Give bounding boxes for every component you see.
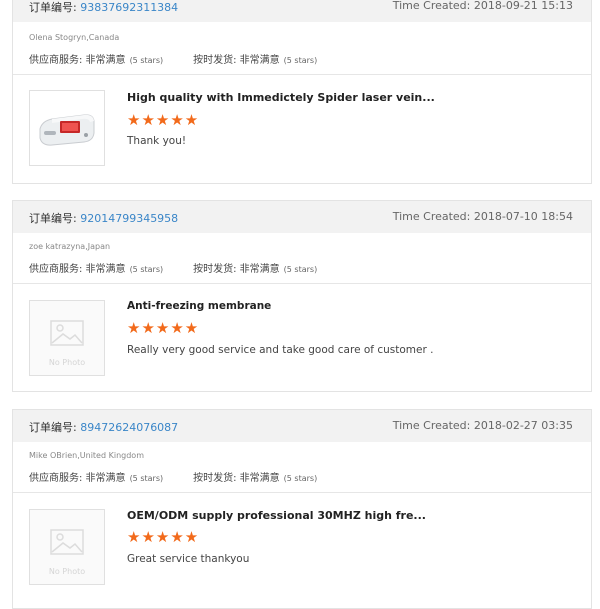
order-number: 订单编号: 93837692311384	[29, 1, 179, 14]
time-created: Time Created: 2018-07-10 18:54	[392, 210, 573, 223]
star-rating: ★★★★★	[127, 319, 200, 337]
review-card: 订单编号: 92014799345958 Time Created: 2018-…	[12, 200, 592, 392]
reviewer-name: zoe katrazyna,Japan	[29, 242, 111, 251]
review-card: 订单编号: 89472624076087 Time Created: 2018-…	[12, 409, 592, 609]
product-thumbnail[interactable]: No Photo	[29, 300, 105, 376]
time-created: Time Created: 2018-09-21 15:13	[392, 0, 573, 12]
order-number-link[interactable]: 93837692311384	[80, 1, 178, 14]
no-photo-label: No Photo	[48, 358, 86, 367]
review-header: 订单编号: 92014799345958 Time Created: 2018-…	[13, 201, 591, 233]
review-comment: Really very good service and take good c…	[127, 344, 434, 356]
star-rating: ★★★★★	[127, 111, 200, 129]
review-comment: Thank you!	[127, 135, 187, 147]
time-created: Time Created: 2018-02-27 03:35	[392, 419, 573, 432]
order-number-link[interactable]: 92014799345958	[80, 212, 178, 225]
order-number-link[interactable]: 89472624076087	[80, 421, 178, 434]
divider	[13, 74, 591, 75]
laser-device-image	[39, 114, 95, 146]
reviewer-name: Mike OBrien,United Kingdom	[29, 451, 144, 460]
no-photo-icon	[50, 529, 84, 555]
product-title[interactable]: High quality with Immedictely Spider las…	[127, 91, 435, 104]
review-card: 订单编号: 93837692311384 Time Created: 2018-…	[12, 0, 592, 184]
product-title[interactable]: OEM/ODM supply professional 30MHZ high f…	[127, 509, 426, 522]
product-thumbnail[interactable]: No Photo	[29, 509, 105, 585]
order-number: 订单编号: 92014799345958	[29, 212, 179, 225]
review-header: 订单编号: 89472624076087 Time Created: 2018-…	[13, 410, 591, 442]
reviewer-name: Olena Stogryn,Canada	[29, 33, 120, 42]
star-rating: ★★★★★	[127, 528, 200, 546]
divider	[13, 492, 591, 493]
rating-summary: 供应商服务: 非常满意 (5 stars) 按时发货: 非常满意 (5 stars)	[29, 473, 318, 484]
divider	[13, 283, 591, 284]
order-number: 订单编号: 89472624076087	[29, 421, 179, 434]
review-comment: Great service thankyou	[127, 553, 250, 565]
review-header: 订单编号: 93837692311384 Time Created: 2018-…	[13, 0, 591, 22]
product-title[interactable]: Anti-freezing membrane	[127, 300, 271, 312]
no-photo-label: No Photo	[48, 567, 86, 576]
rating-summary: 供应商服务: 非常满意 (5 stars) 按时发货: 非常满意 (5 stars)	[29, 264, 318, 275]
rating-summary: 供应商服务: 非常满意 (5 stars) 按时发货: 非常满意 (5 stars)	[29, 55, 318, 66]
no-photo-icon	[50, 320, 84, 346]
product-thumbnail[interactable]	[29, 90, 105, 166]
